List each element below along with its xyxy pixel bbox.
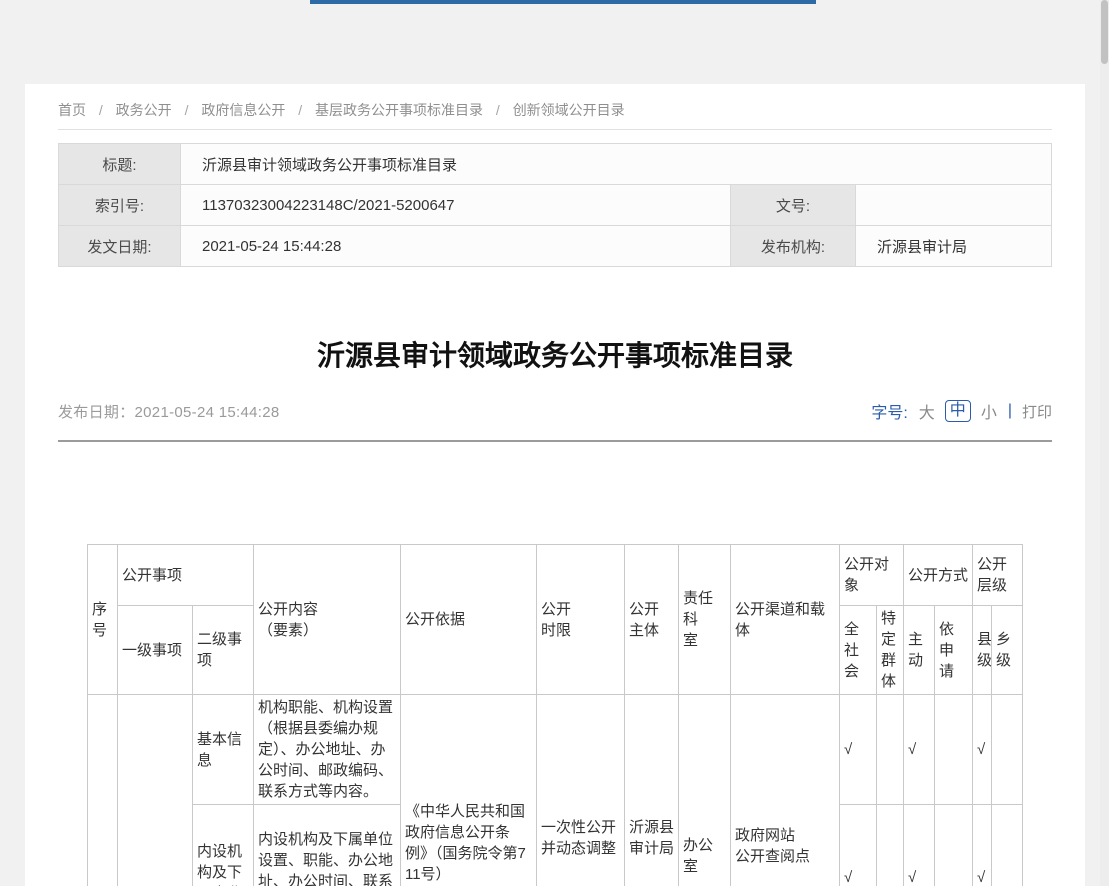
cell-content: 内设机构及下属单位设置、职能、办公地址、办公时间、联系方式、负责人姓名等。 bbox=[253, 805, 400, 886]
publish-date: 发布日期：2021-05-24 15:44:28 bbox=[58, 401, 280, 422]
cell-level2: 基本信 息 bbox=[192, 695, 253, 805]
cell-basis: 《中华人民共和国政府信息公开条例》（国务院令第711号） bbox=[400, 695, 536, 886]
cell-level2: 内设机构及下属事业单位信息 bbox=[192, 805, 253, 886]
check-township bbox=[992, 695, 1023, 805]
meta-date-value: 2021-05-24 15:44:28 bbox=[181, 226, 731, 267]
meta-org-value: 沂源县审计局 bbox=[856, 226, 1052, 267]
check-active: √ bbox=[904, 805, 935, 886]
tools-divider: | bbox=[1008, 402, 1012, 420]
breadcrumb-divider bbox=[58, 129, 1052, 130]
check-specific-group bbox=[876, 695, 903, 805]
meta-docno-label: 文号: bbox=[731, 185, 856, 226]
check-active: √ bbox=[904, 695, 935, 805]
header-level2: 二级事 项 bbox=[192, 606, 253, 695]
font-medium-button[interactable]: 中 bbox=[945, 400, 971, 422]
meta-docno-value bbox=[856, 185, 1052, 226]
publish-date-value: 2021-05-24 15:44:28 bbox=[135, 404, 280, 421]
meta-org-label: 发布机构: bbox=[731, 226, 856, 267]
check-county: √ bbox=[973, 805, 992, 886]
header-audience: 公开对 象 bbox=[839, 545, 903, 606]
cell-serial bbox=[87, 695, 117, 886]
header-level1: 一级事项 bbox=[117, 606, 192, 695]
cell-department: 办公室 bbox=[678, 695, 730, 886]
cell-content: 机构职能、机构设置（根据县委编办规定）、办公地址、办公时间、邮政编码、联系方式等… bbox=[253, 695, 400, 805]
check-all-society: √ bbox=[839, 805, 876, 886]
header-county: 县 级 bbox=[973, 606, 992, 695]
catalog-header-row-1: 序 号 公开事项 公开内容 （要素） 公开依据 公开 时限 公开 主体 责任科 … bbox=[87, 545, 1022, 606]
header-on-request: 依申 请 bbox=[935, 606, 973, 695]
check-township bbox=[992, 805, 1023, 886]
meta-row-date: 发文日期: 2021-05-24 15:44:28 发布机构: 沂源县审计局 bbox=[59, 226, 1052, 267]
print-button[interactable]: 打印 bbox=[1022, 401, 1052, 422]
cell-level1 bbox=[117, 695, 192, 886]
font-small-button[interactable]: 小 bbox=[981, 399, 997, 423]
meta-row-title: 标题: 沂源县审计领域政务公开事项标准目录 bbox=[59, 144, 1052, 185]
header-serial: 序 号 bbox=[87, 545, 117, 695]
breadcrumb-innovation-catalog[interactable]: 创新领域公开目录 bbox=[513, 102, 625, 118]
top-nav-bar-fragment bbox=[310, 0, 816, 4]
meta-date-label: 发文日期: bbox=[59, 226, 181, 267]
document-meta-table: 标题: 沂源县审计领域政务公开事项标准目录 索引号: 1137032300422… bbox=[58, 143, 1052, 267]
check-on-request bbox=[935, 695, 973, 805]
breadcrumb-separator: / bbox=[298, 102, 302, 118]
font-large-button[interactable]: 大 bbox=[919, 399, 935, 423]
check-all-society: √ bbox=[839, 695, 876, 805]
header-method: 公开方式 bbox=[904, 545, 973, 606]
header-level: 公开 层级 bbox=[973, 545, 1023, 606]
header-content: 公开内容 （要素） bbox=[253, 545, 400, 695]
check-specific-group bbox=[876, 805, 903, 886]
header-channels: 公开渠道和载 体 bbox=[730, 545, 839, 695]
meta-index-label: 索引号: bbox=[59, 185, 181, 226]
cell-time-limit: 一次性公开并动态调整 bbox=[536, 695, 624, 886]
breadcrumb: 首页 / 政务公开 / 政府信息公开 / 基层政务公开事项标准目录 / 创新领域… bbox=[58, 102, 1052, 118]
cell-channels: 政府网站 公开查阅点 bbox=[730, 695, 839, 886]
check-county: √ bbox=[973, 695, 992, 805]
article-meta-bar: 发布日期：2021-05-24 15:44:28 字号: 大 中 小 | 打印 bbox=[58, 399, 1052, 423]
meta-index-value: 11370323004223148C/2021-5200647 bbox=[181, 185, 731, 226]
breadcrumb-separator: / bbox=[185, 102, 189, 118]
header-time-limit: 公开 时限 bbox=[536, 545, 624, 695]
header-specific-group: 特定群体 bbox=[876, 606, 903, 695]
breadcrumb-home[interactable]: 首页 bbox=[58, 102, 86, 118]
meta-row-index: 索引号: 11370323004223148C/2021-5200647 文号: bbox=[59, 185, 1052, 226]
header-basis: 公开依据 bbox=[400, 545, 536, 695]
check-on-request bbox=[935, 805, 973, 886]
publish-date-label: 发布日期： bbox=[58, 404, 135, 421]
header-subject: 公开 主体 bbox=[624, 545, 678, 695]
breadcrumb-info-disclosure[interactable]: 政府信息公开 bbox=[201, 102, 285, 118]
header-open-items: 公开事项 bbox=[117, 545, 253, 606]
scrollbar-thumb[interactable] bbox=[1101, 0, 1108, 64]
breadcrumb-separator: / bbox=[496, 102, 500, 118]
meta-title-label: 标题: bbox=[59, 144, 181, 185]
font-size-tools: 字号: 大 中 小 | 打印 bbox=[871, 399, 1052, 423]
article-divider bbox=[58, 440, 1052, 442]
content-panel: 首页 / 政务公开 / 政府信息公开 / 基层政务公开事项标准目录 / 创新领域… bbox=[25, 84, 1085, 886]
scrollbar[interactable] bbox=[1100, 0, 1109, 886]
breadcrumb-zhengwu[interactable]: 政务公开 bbox=[116, 102, 172, 118]
font-size-label: 字号: bbox=[871, 399, 907, 423]
header-department: 责任科 室 bbox=[678, 545, 730, 695]
catalog-row-basic-info: 基本信 息 机构职能、机构设置（根据县委编办规定）、办公地址、办公时间、邮政编码… bbox=[87, 695, 1022, 805]
page-title: 沂源县审计领域政务公开事项标准目录 bbox=[58, 337, 1052, 375]
breadcrumb-separator: / bbox=[99, 102, 103, 118]
header-active: 主 动 bbox=[904, 606, 935, 695]
cell-subject: 沂源县 审计局 bbox=[624, 695, 678, 886]
header-township: 乡 级 bbox=[992, 606, 1023, 695]
header-all-society: 全社 会 bbox=[839, 606, 876, 695]
breadcrumb-standard-catalog[interactable]: 基层政务公开事项标准目录 bbox=[315, 102, 483, 118]
catalog-table: 序 号 公开事项 公开内容 （要素） 公开依据 公开 时限 公开 主体 责任科 … bbox=[87, 544, 1023, 886]
meta-title-value: 沂源县审计领域政务公开事项标准目录 bbox=[181, 144, 1052, 185]
